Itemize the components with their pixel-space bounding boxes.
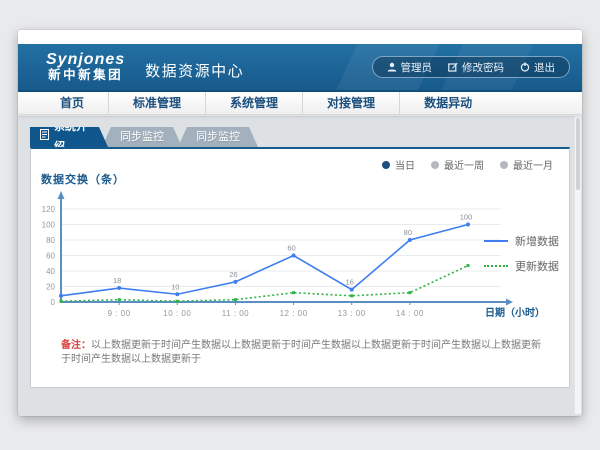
dotted-line-icon — [484, 265, 508, 267]
svg-text:11 : 00: 11 : 00 — [222, 309, 249, 318]
legend-label: 新增数据 — [515, 233, 559, 249]
filter-label: 最近一月 — [513, 157, 553, 172]
page-title: 数据资源中心 — [145, 54, 244, 81]
svg-text:80: 80 — [404, 228, 412, 237]
radio-icon — [500, 161, 508, 169]
tab-sync-monitor-1[interactable]: 同步监控 — [102, 127, 182, 147]
filter-label: 当日 — [395, 157, 415, 172]
app-header: Synjones 新中新集团 数据资源中心 管理员 修改密码 退出 — [18, 44, 582, 92]
tab-label: 同步监控 — [120, 131, 164, 143]
scrollbar-track[interactable] — [574, 116, 581, 414]
chart-panel: 当日 最近一周 最近一月 数据交换（条） 0204060801001209 : … — [30, 147, 570, 388]
svg-text:120: 120 — [42, 205, 56, 214]
filter-today[interactable]: 当日 — [382, 157, 415, 172]
legend-updated-data[interactable]: 更新数据 — [484, 258, 559, 274]
svg-text:100: 100 — [460, 213, 473, 222]
window-top-strip — [18, 30, 582, 44]
chart-legend: 新增数据 更新数据 — [484, 233, 559, 274]
filter-last-month[interactable]: 最近一月 — [500, 157, 553, 172]
user-icon — [387, 62, 397, 72]
main-nav: 首页 标准管理 系统管理 对接管理 数据异动 — [18, 92, 582, 114]
footnote-prefix: 备注： — [61, 340, 91, 351]
svg-text:80: 80 — [46, 236, 55, 245]
change-password-label: 修改密码 — [462, 60, 504, 75]
radio-selected-icon — [382, 161, 390, 169]
svg-text:10: 10 — [171, 282, 179, 291]
nav-item-home[interactable]: 首页 — [36, 92, 109, 114]
footnote-text: 以上数据更新于时间产生数据以上数据更新于时间产生数据以上数据更新于时间产生数据以… — [61, 340, 541, 365]
content-area: 系统介绍 同步监控 同步监控 当日 最近一周 — [18, 116, 582, 416]
tab-label: 同步监控 — [196, 131, 240, 143]
logout-label: 退出 — [534, 60, 555, 75]
nav-item-system[interactable]: 系统管理 — [206, 92, 303, 114]
svg-text:20: 20 — [46, 283, 55, 292]
user-menu: 管理员 修改密码 退出 — [372, 56, 571, 78]
admin-menu-item[interactable]: 管理员 — [387, 60, 433, 75]
footnote: 备注：以上数据更新于时间产生数据以上数据更新于时间产生数据以上数据更新于时间产生… — [61, 339, 549, 367]
svg-text:12 : 00: 12 : 00 — [280, 309, 308, 318]
scrollbar-thumb[interactable] — [576, 118, 580, 190]
radio-icon — [431, 161, 439, 169]
solid-line-icon — [484, 240, 508, 242]
svg-text:26: 26 — [229, 270, 237, 279]
legend-label: 更新数据 — [515, 258, 559, 274]
svg-text:日期（小时）: 日期（小时） — [485, 306, 545, 319]
logout-button[interactable]: 退出 — [520, 60, 555, 75]
logo-text-en: Synjones — [46, 52, 125, 69]
svg-text:10 : 00: 10 : 00 — [163, 309, 191, 318]
nav-item-standards[interactable]: 标准管理 — [109, 92, 206, 114]
edit-icon — [448, 62, 458, 72]
filter-label: 最近一周 — [444, 157, 484, 172]
nav-item-interface[interactable]: 对接管理 — [303, 92, 400, 114]
svg-text:16: 16 — [346, 278, 354, 287]
power-icon — [520, 62, 530, 72]
app-window: Synjones 新中新集团 数据资源中心 管理员 修改密码 退出 — [18, 30, 582, 416]
svg-text:13 : 00: 13 : 00 — [338, 309, 366, 318]
company-logo: Synjones 新中新集团 — [46, 52, 125, 82]
logo-text-cn: 新中新集团 — [46, 69, 125, 82]
svg-text:40: 40 — [46, 267, 55, 276]
svg-text:100: 100 — [42, 221, 56, 230]
svg-text:9 : 00: 9 : 00 — [108, 309, 131, 318]
change-password-button[interactable]: 修改密码 — [448, 60, 504, 75]
time-filter-group: 当日 最近一周 最近一月 — [382, 157, 553, 172]
tab-bar: 系统介绍 同步监控 同步监控 — [30, 127, 258, 147]
tab-sync-monitor-2[interactable]: 同步监控 — [178, 127, 258, 147]
svg-text:18: 18 — [113, 276, 121, 285]
filter-last-week[interactable]: 最近一周 — [431, 157, 484, 172]
admin-label: 管理员 — [401, 60, 433, 75]
tab-system-intro[interactable]: 系统介绍 — [30, 127, 108, 147]
nav-item-anomaly[interactable]: 数据异动 — [400, 92, 496, 114]
svg-text:14 : 00: 14 : 00 — [396, 309, 424, 318]
svg-text:60: 60 — [287, 244, 295, 253]
svg-text:60: 60 — [46, 252, 55, 261]
svg-text:0: 0 — [51, 298, 56, 307]
legend-new-data[interactable]: 新增数据 — [484, 233, 559, 249]
document-icon — [40, 127, 49, 147]
